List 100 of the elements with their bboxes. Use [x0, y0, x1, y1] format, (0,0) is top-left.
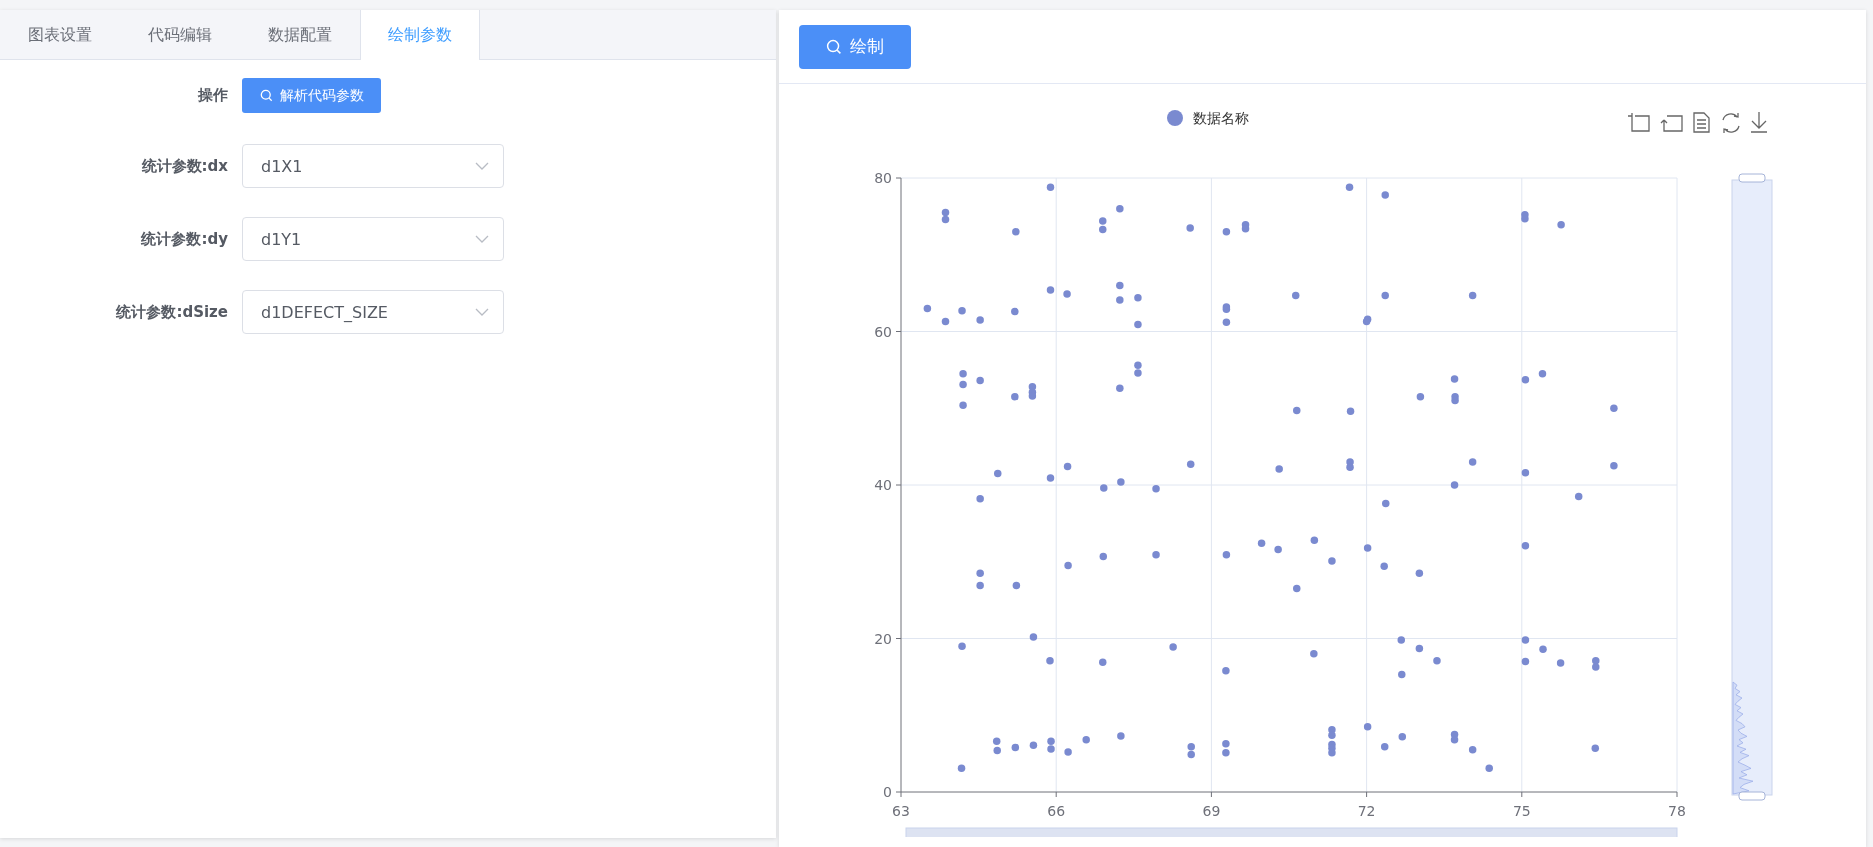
data-point [1082, 736, 1090, 744]
data-point [1275, 465, 1283, 473]
data-point [1222, 228, 1231, 236]
data-point [1152, 551, 1160, 559]
document-icon[interactable] [1693, 112, 1710, 133]
chevron-down-icon [475, 308, 489, 316]
parse-button[interactable]: 解析代码参数 [242, 78, 381, 113]
data-point [957, 764, 966, 772]
data-point [976, 376, 984, 385]
data-point [1241, 224, 1250, 233]
data-point [959, 401, 967, 409]
select-field[interactable]: d1Y1 [242, 217, 504, 261]
data-point [1380, 742, 1389, 751]
data-point [1398, 733, 1407, 741]
select-field[interactable]: d1X1 [242, 144, 504, 188]
data-point [1046, 657, 1054, 665]
data-point [1345, 183, 1354, 191]
data-point [1011, 307, 1019, 316]
legend-label[interactable]: 数据名称 [1193, 110, 1249, 126]
horizontal-zoom-slider[interactable] [905, 827, 1678, 837]
data-point [1468, 291, 1477, 300]
data-point [1381, 291, 1389, 300]
data-point [1100, 484, 1108, 492]
tab[interactable]: 绘制参数 [360, 10, 480, 60]
data-point [1222, 551, 1231, 559]
data-point [1610, 404, 1618, 412]
data-point [1046, 474, 1055, 482]
vertical-zoom-slider[interactable] [1731, 173, 1773, 801]
data-point [994, 469, 1002, 478]
field-label: 操作 [197, 86, 228, 105]
data-point [1117, 478, 1125, 486]
data-point [1363, 723, 1372, 731]
data-point [1380, 562, 1388, 571]
data-point [1363, 544, 1372, 552]
y-tick-label: 40 [874, 477, 892, 493]
data-point [976, 316, 984, 324]
refresh-icon[interactable] [1722, 112, 1740, 134]
data-point [1521, 636, 1530, 644]
y-tick-label: 20 [874, 630, 892, 647]
data-point [1116, 204, 1124, 213]
data-point [1468, 458, 1477, 466]
data-point [1063, 462, 1072, 471]
data-point [976, 495, 984, 503]
field-label: 统计参数:dx [140, 156, 228, 176]
x-tick-label: 78 [1668, 803, 1686, 819]
data-point [1415, 569, 1424, 577]
data-point [992, 737, 1001, 746]
data-point [1398, 670, 1406, 679]
data-point [941, 317, 950, 326]
data-point [1046, 183, 1055, 191]
data-point [1064, 748, 1072, 756]
legend-marker[interactable] [1167, 110, 1183, 126]
y-tick-label: 80 [874, 170, 892, 186]
tab[interactable]: 代码编辑 [120, 10, 240, 60]
data-point [1293, 406, 1301, 415]
data-point [1610, 462, 1618, 470]
search-icon [826, 38, 842, 55]
x-tick-label: 75 [1512, 803, 1531, 819]
data-point [1346, 407, 1355, 416]
data-point [923, 304, 932, 313]
data-point [1011, 743, 1020, 752]
data-point [959, 380, 967, 389]
data-point [1186, 224, 1194, 232]
data-point [958, 307, 966, 315]
data-point [941, 215, 950, 224]
data-point [1046, 286, 1055, 294]
x-tick-label: 66 [1047, 803, 1066, 819]
data-point [1362, 317, 1371, 326]
data-point [959, 369, 967, 378]
data-point [1415, 644, 1424, 653]
data-point [1117, 732, 1125, 740]
draw-button[interactable]: 绘制 [799, 24, 911, 69]
data-point [1591, 744, 1599, 752]
download-icon[interactable] [1750, 111, 1768, 133]
data-point [1029, 741, 1038, 749]
chevron-down-icon [475, 162, 489, 170]
data-point [1169, 643, 1177, 651]
crop-icon[interactable] [1627, 112, 1650, 132]
data-point [1134, 294, 1142, 302]
y-tick-label: 60 [874, 323, 892, 340]
tab[interactable]: 数据配置 [240, 10, 360, 60]
data-point [1557, 221, 1565, 229]
data-point [1382, 499, 1390, 508]
data-point [1381, 191, 1389, 199]
data-point [1521, 657, 1530, 666]
chevron-down-icon [475, 235, 489, 243]
data-point [1397, 636, 1405, 644]
data-point [1539, 645, 1547, 653]
data-point [1292, 291, 1300, 300]
x-tick-label: 69 [1202, 803, 1221, 819]
undo-crop-icon[interactable] [1660, 115, 1683, 132]
data-point [1152, 485, 1160, 493]
data-point [1521, 376, 1530, 384]
data-point [1029, 633, 1038, 641]
select-field[interactable]: d1DEFECT_SIZE [242, 290, 504, 334]
data-point [1468, 746, 1477, 754]
data-point [1222, 318, 1231, 327]
data-point [1416, 393, 1425, 401]
tab[interactable]: 图表设置 [0, 10, 120, 60]
data-point [1116, 384, 1124, 393]
